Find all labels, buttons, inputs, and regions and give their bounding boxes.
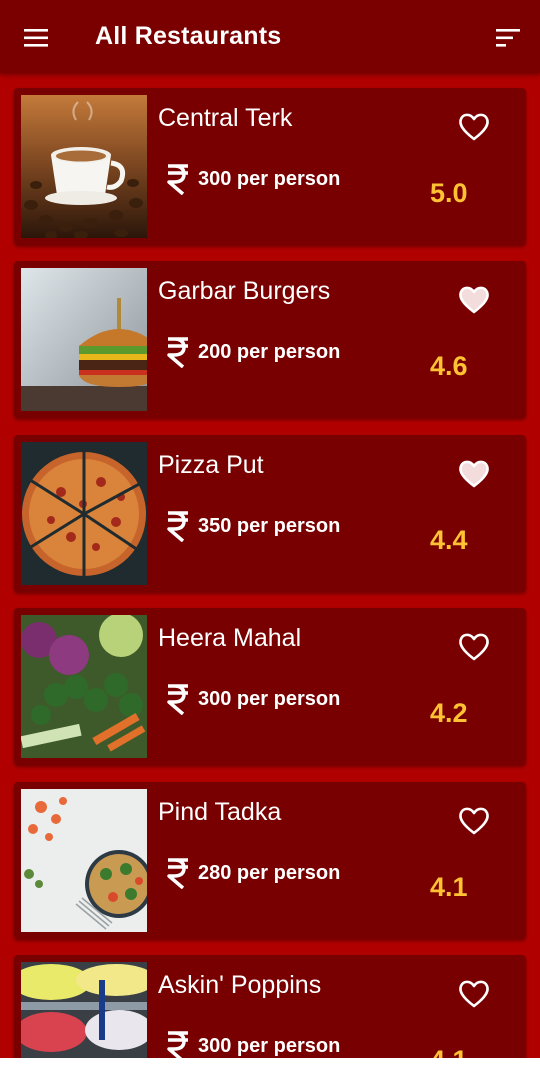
bottom-edge [0,1058,540,1065]
restaurant-name: Pind Tadka [158,798,282,826]
rupee-icon [166,857,190,890]
rating: 4.4 [430,525,468,555]
favorite-icon[interactable] [458,979,490,1009]
restaurant-card[interactable]: Pizza Put 350 per person 4.4 [14,435,526,592]
price-per-person: 280 per person [198,862,341,884]
restaurant-card[interactable]: Heera Mahal 300 per person 4.2 [14,608,526,765]
pizza-image [21,442,147,585]
vegetables-image [21,615,147,758]
restaurant-name: Pizza Put [158,451,264,479]
favorite-icon[interactable] [458,806,490,836]
coffee-cup-image [21,95,147,238]
rating: 4.1 [430,872,468,902]
app-bar: All Restaurants [0,0,540,73]
price-per-person: 200 per person [198,341,341,363]
rating: 5.0 [430,178,468,208]
restaurant-name: Central Terk [158,104,293,132]
salad-bowl-image [21,789,147,932]
restaurant-name: Heera Mahal [158,624,302,652]
price-per-person: 350 per person [198,515,341,537]
rating: 4.2 [430,698,468,728]
rating: 4.1 [430,1045,468,1058]
rupee-icon [166,683,190,716]
restaurant-card[interactable]: Central Terk 300 per person 5.0 [14,88,526,245]
rupee-icon [166,510,190,543]
favorite-icon[interactable] [458,459,490,489]
restaurant-card[interactable]: Garbar Burgers 200 per person 4.6 [14,261,526,418]
rating: 4.6 [430,351,468,381]
restaurant-card[interactable]: Pind Tadka 280 per person 4.1 [14,782,526,939]
favorite-icon[interactable] [458,632,490,662]
ice-cream-image [21,962,147,1058]
sort-icon[interactable] [488,20,528,56]
restaurant-name: Askin' Poppins [158,971,322,999]
menu-icon[interactable] [16,20,56,56]
rupee-icon [166,163,190,196]
favorite-icon[interactable] [458,285,490,315]
restaurant-list[interactable]: Central Terk 300 per person 5.0 Garbar B… [0,73,540,1058]
price-per-person: 300 per person [198,168,341,190]
price-per-person: 300 per person [198,688,341,710]
restaurant-card[interactable]: Askin' Poppins 300 per person 4.1 [14,955,526,1058]
page-title: All Restaurants [95,22,282,50]
burger-image [21,268,147,411]
rupee-icon [166,336,190,369]
price-per-person: 300 per person [198,1035,341,1057]
restaurant-name: Garbar Burgers [158,277,331,305]
rupee-icon [166,1030,190,1058]
favorite-icon[interactable] [458,112,490,142]
